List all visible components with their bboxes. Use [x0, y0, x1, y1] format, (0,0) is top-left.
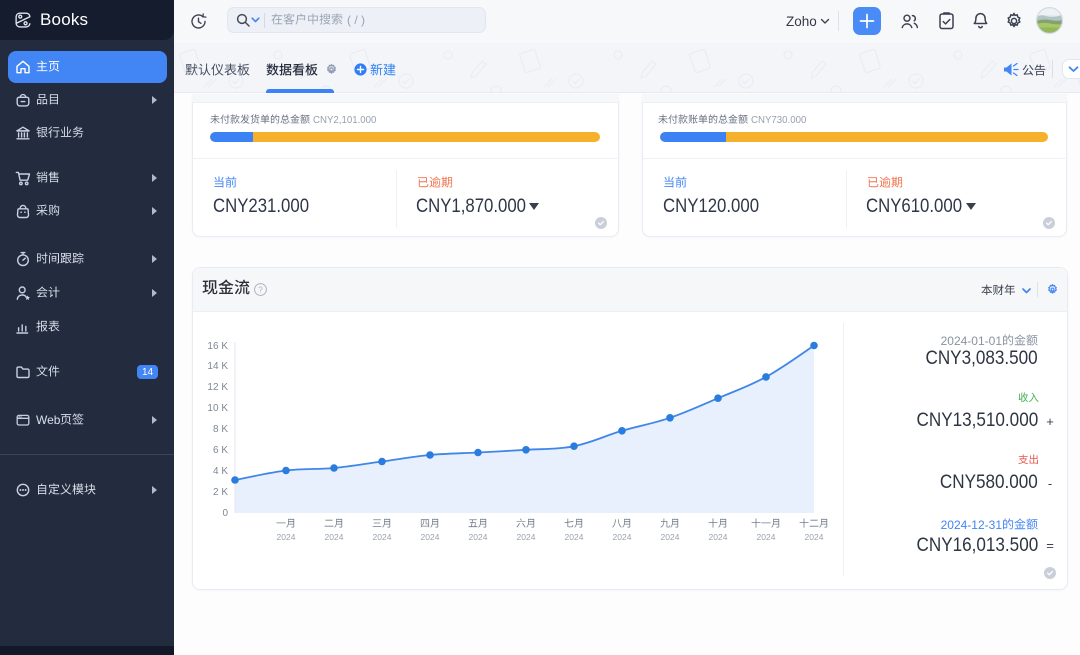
svg-text:?: ?	[258, 285, 263, 294]
